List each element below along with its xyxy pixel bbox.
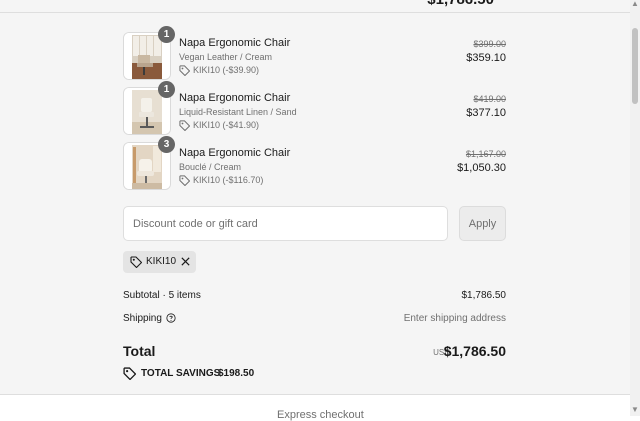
- applied-discount-chip: KIKI10: [123, 251, 196, 273]
- original-price: $1,167.00: [465, 149, 506, 159]
- applied-code: KIKI10: [146, 256, 177, 267]
- subtotal-label: Subtotal · 5 items: [123, 290, 201, 301]
- tag-icon: [123, 367, 136, 380]
- line-item: 1 Napa Ergonomic Chair Vegan Leather / C…: [123, 26, 506, 80]
- apply-button[interactable]: Apply: [459, 206, 506, 241]
- line-item: 3 Napa Ergonomic Chair Bouclé / Cream KI…: [123, 136, 506, 190]
- product-name: Napa Ergonomic Chair: [179, 147, 291, 159]
- total-label: Total: [123, 343, 156, 359]
- quantity-badge: 1: [158, 81, 175, 98]
- product-name: Napa Ergonomic Chair: [179, 92, 291, 104]
- product-variant: Bouclé / Cream: [179, 162, 242, 172]
- product-variant: Liquid-Resistant Linen / Sand: [179, 107, 297, 117]
- subtotal-value: $1,786.50: [461, 290, 507, 301]
- total-savings-label: TOTAL SAVINGS: [141, 368, 221, 379]
- tag-icon: [179, 65, 190, 76]
- line-item: 1 Napa Ergonomic Chair Liquid-Resistant …: [123, 81, 506, 135]
- discounted-price: $1,050.30: [457, 162, 506, 174]
- item-discount-text: KIKI10 (-$39.90): [193, 65, 260, 75]
- discounted-price: $359.10: [466, 52, 506, 64]
- item-discount-text: KIKI10 (-$41.90): [193, 120, 260, 130]
- product-variant: Vegan Leather / Cream: [179, 52, 273, 62]
- header-total-cut: $1,786.50: [427, 0, 494, 8]
- quantity-badge: 3: [158, 136, 175, 153]
- item-discount-text: KIKI10 (-$116.70): [193, 175, 264, 185]
- shipping-label: Shipping: [123, 313, 162, 324]
- close-icon[interactable]: [180, 256, 191, 267]
- scroll-down-arrow-icon[interactable]: ▼: [631, 406, 639, 414]
- scroll-up-arrow-icon[interactable]: ▲: [631, 0, 639, 8]
- discounted-price: $377.10: [466, 107, 506, 119]
- top-strip: $1,786.50: [0, 0, 630, 13]
- quantity-badge: 1: [158, 26, 175, 43]
- tag-icon: [179, 120, 190, 131]
- total-savings-value: $198.50: [218, 368, 255, 379]
- express-checkout-heading: Express checkout: [277, 409, 364, 421]
- original-price: $399.00: [473, 39, 506, 49]
- original-price: $419.00: [473, 94, 506, 104]
- total-value: $1,786.50: [443, 343, 506, 359]
- discount-code-input[interactable]: [123, 206, 448, 241]
- tag-icon: [179, 175, 190, 186]
- question-circle-icon[interactable]: [166, 313, 176, 323]
- scrollbar-thumb[interactable]: [632, 28, 638, 104]
- tag-icon: [130, 256, 142, 268]
- product-name: Napa Ergonomic Chair: [179, 37, 291, 49]
- shipping-value: Enter shipping address: [403, 313, 506, 324]
